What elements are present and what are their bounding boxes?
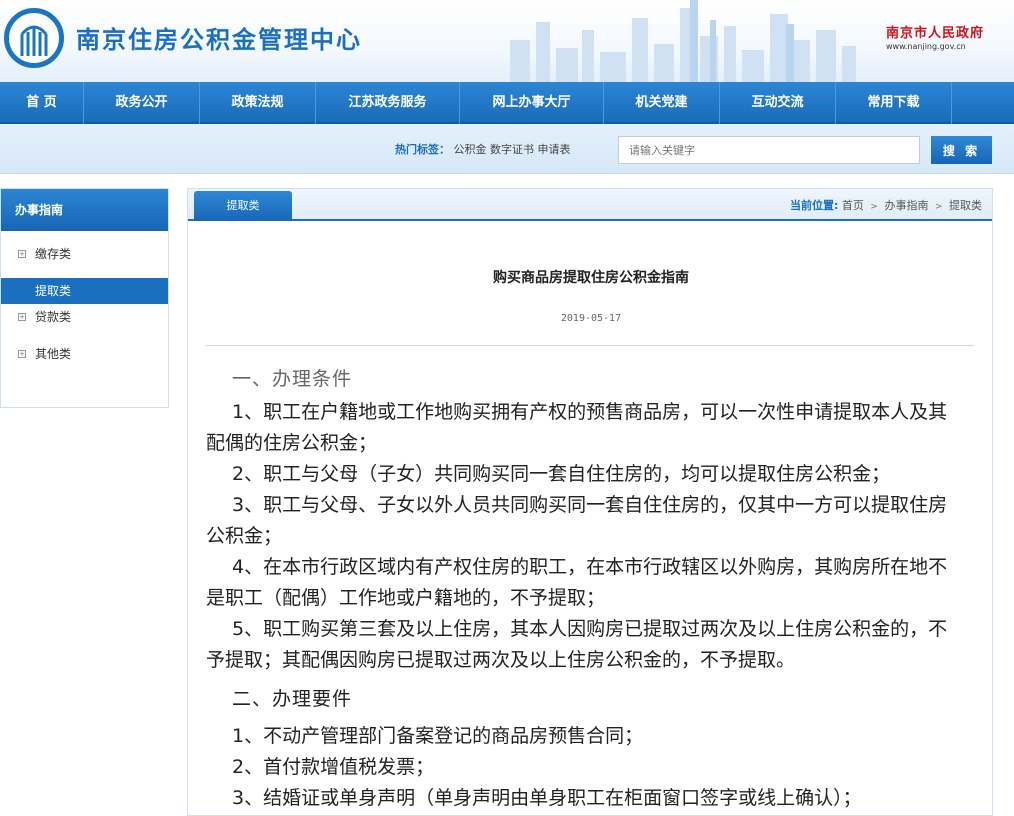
expand-icon: + xyxy=(18,313,26,321)
sidebar-item-other[interactable]: + 其他类 xyxy=(1,341,168,367)
sidebar-item-loan[interactable]: + 贷款类 xyxy=(1,304,168,330)
breadcrumb-item-guide[interactable]: 办事指南 xyxy=(884,199,928,212)
nav-party[interactable]: 机关党建 xyxy=(604,82,720,124)
nav-gov-affairs[interactable]: 政务公开 xyxy=(84,82,200,124)
content-tabbar: 提取类 当前位置: 首页 > 办事指南 > 提取类 xyxy=(188,189,992,221)
article-title: 购买商品房提取住房公积金指南 xyxy=(493,270,689,286)
article-paragraph: 4、在本市行政区域内有产权住房的职工，在本市行政辖区以外购房，其购房所在地不是职… xyxy=(206,556,948,609)
sidebar-item-label: 缴存类 xyxy=(35,247,72,261)
nav-jiangsu-services[interactable]: 江苏政务服务 xyxy=(316,82,460,124)
article-date: 2019-05-17 xyxy=(560,313,622,324)
content-panel: 提取类 当前位置: 首页 > 办事指南 > 提取类 购买商品房提取住房公积金指南… xyxy=(187,188,993,816)
nanjing-gov-logo[interactable]: 南京市人民政府 www.nanjing.gov.cn xyxy=(886,22,984,51)
breadcrumb-label: 当前位置: xyxy=(790,199,839,212)
tab-withdrawal[interactable]: 提取类 xyxy=(194,191,292,221)
site-title[interactable]: 南京住房公积金管理中心 xyxy=(76,20,362,55)
nav-online-hall[interactable]: 网上办事大厅 xyxy=(460,82,604,124)
section-heading: 一、办理条件 xyxy=(232,368,353,390)
search-input[interactable] xyxy=(618,136,920,164)
article-paragraph: 1、不动产管理部门备案登记的商品房预售合同； xyxy=(232,725,644,747)
article-divider xyxy=(206,345,974,346)
sidebar-list: + 缴存类 提取类 + 贷款类 + 其他类 xyxy=(1,241,168,367)
nav-home[interactable]: 首 页 xyxy=(0,82,84,124)
gov-url: www.nanjing.gov.cn xyxy=(885,42,966,51)
hot-tags-label: 热门标签： xyxy=(395,143,450,156)
site-logo-icon[interactable] xyxy=(4,8,64,68)
sidebar-title: 办事指南 xyxy=(1,189,168,231)
hot-tag[interactable]: 申请表 xyxy=(538,143,571,156)
breadcrumb: 当前位置: 首页 > 办事指南 > 提取类 xyxy=(790,197,982,213)
article-paragraph: 5、职工购买第三套及以上住房，其本人因购房已提取过两次及以上住房公积金的，不予提… xyxy=(206,618,948,671)
breadcrumb-item-withdrawal[interactable]: 提取类 xyxy=(949,199,982,212)
sidebar: 办事指南 + 缴存类 提取类 + 贷款类 + 其他类 xyxy=(0,188,169,408)
expand-icon: + xyxy=(18,350,26,358)
site-header: 南京住房公积金管理中心 南京市人民政府 www.nanjing.gov.cn xyxy=(0,0,1014,82)
search-button[interactable]: 搜 索 xyxy=(931,136,992,164)
hot-tag[interactable]: 公积金 xyxy=(454,143,487,156)
nav-interaction[interactable]: 互动交流 xyxy=(720,82,836,124)
breadcrumb-separator-icon: > xyxy=(934,202,943,212)
sidebar-item-label: 其他类 xyxy=(35,347,72,361)
breadcrumb-separator-icon: > xyxy=(870,202,878,212)
article-paragraph: 3、职工与父母、子女以外人员共同购买同一套自住住房的，仅其中一方可以提取住房公积… xyxy=(206,494,948,547)
article-paragraph: 2、职工与父母（子女）共同购买同一套自住住房的，均可以提取住房公积金； xyxy=(232,463,891,485)
sidebar-item-withdrawal[interactable]: 提取类 xyxy=(1,278,168,304)
sidebar-item-deposit[interactable]: + 缴存类 xyxy=(1,241,168,267)
hot-tag[interactable]: 数字证书 xyxy=(490,143,534,156)
expand-icon: + xyxy=(18,250,26,258)
nav-downloads[interactable]: 常用下载 xyxy=(836,82,952,124)
article-body: 一、办理条件 1、职工在户籍地或工作地购买拥有产权的预售商品房，可以一次性申请提… xyxy=(206,364,958,814)
hot-tags: 热门标签： 公积金 数字证书 申请表 xyxy=(395,141,571,157)
sidebar-item-label: 贷款类 xyxy=(35,310,72,324)
article-paragraph: 3、结婚证或单身声明（单身声明由单身职工在柜面窗口签字或线上确认）； xyxy=(232,787,862,809)
section-heading: 二、办理要件 xyxy=(232,688,353,710)
gov-name: 南京市人民政府 xyxy=(885,26,984,41)
nav-policy[interactable]: 政策法规 xyxy=(200,82,316,124)
breadcrumb-item-home[interactable]: 首页 xyxy=(842,199,864,212)
main-nav: 首 页 政务公开 政策法规 江苏政务服务 网上办事大厅 机关党建 互动交流 常用… xyxy=(0,82,1014,124)
article-paragraph: 1、职工在户籍地或工作地购买拥有产权的预售商品房，可以一次性申请提取本人及其配偶… xyxy=(206,401,948,454)
article-paragraph: 2、首付款增值税发票； xyxy=(232,756,435,778)
sidebar-item-label: 提取类 xyxy=(35,284,72,298)
